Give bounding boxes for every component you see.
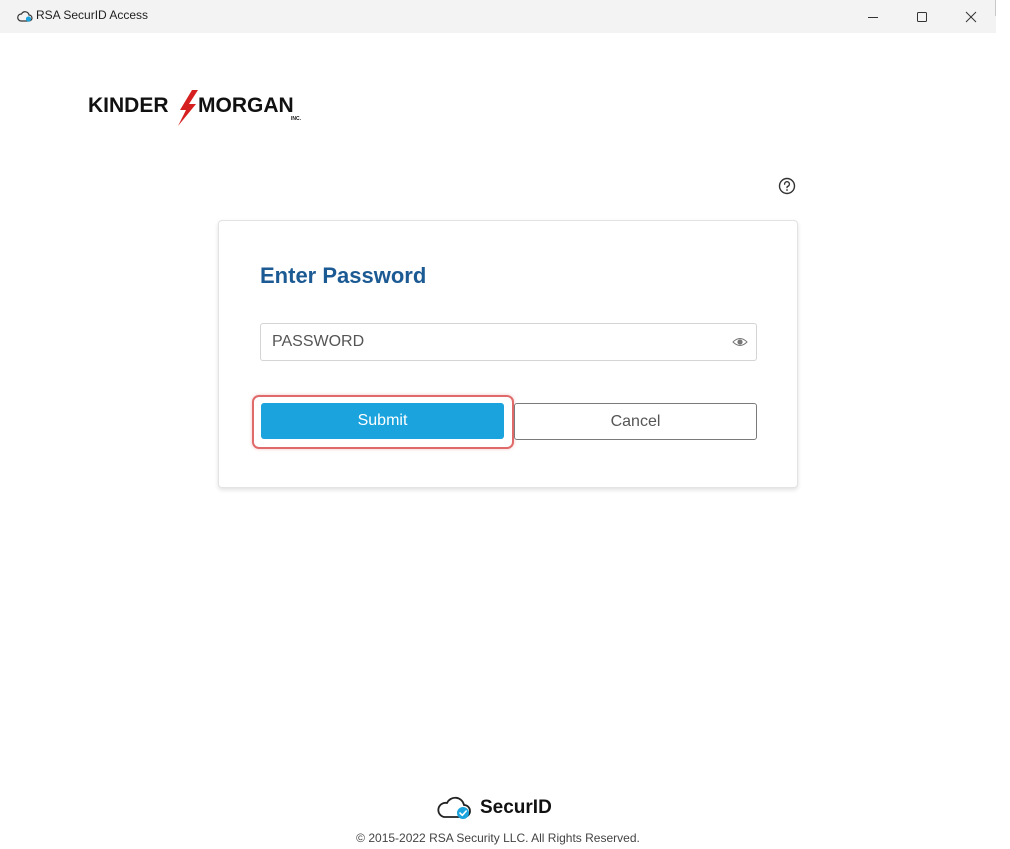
copyright-text: © 2015-2022 RSA Security LLC. All Rights… xyxy=(356,831,640,845)
securid-cloud-icon xyxy=(437,796,471,819)
logo-right-text: MORGAN xyxy=(198,94,294,117)
window-title: RSA SecurID Access xyxy=(36,8,149,22)
close-button[interactable] xyxy=(948,0,994,33)
card-title: Enter Password xyxy=(260,263,427,288)
securid-brand-text: SecurID xyxy=(480,797,552,818)
window-edge-line xyxy=(995,0,996,16)
logo-left-text: KINDER xyxy=(88,94,169,117)
cloud-icon xyxy=(17,11,33,22)
logo-suffix: INC. xyxy=(291,116,302,122)
minimize-button[interactable] xyxy=(850,0,896,33)
kinder-morgan-logo: KINDER MORGAN INC. xyxy=(88,90,302,126)
lightning-bolt-icon xyxy=(178,90,198,126)
eye-icon[interactable] xyxy=(732,335,748,349)
window-edge xyxy=(996,0,1010,849)
password-input[interactable] xyxy=(261,324,721,360)
cancel-button[interactable]: Cancel xyxy=(514,403,757,440)
password-card: Enter Password Submit Cancel xyxy=(218,220,798,488)
close-icon xyxy=(965,11,977,22)
password-field xyxy=(260,323,757,361)
help-circle-icon[interactable] xyxy=(778,177,796,195)
minimize-icon xyxy=(868,16,878,18)
submit-button[interactable]: Submit xyxy=(261,403,504,439)
securid-brand: SecurID xyxy=(434,793,552,823)
maximize-button[interactable] xyxy=(899,0,945,33)
maximize-icon xyxy=(917,11,927,22)
window-titlebar: RSA SecurID Access xyxy=(0,0,1010,33)
